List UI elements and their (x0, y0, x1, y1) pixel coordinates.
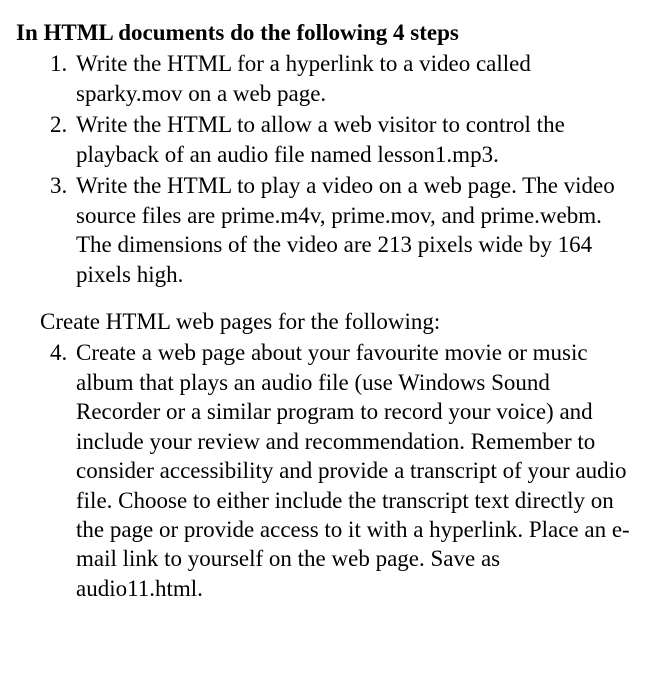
list-marker: 2. (50, 110, 76, 139)
section2-intro-text: Create HTML web pages for the following: (16, 307, 632, 336)
instruction-list-section1: 1. Write the HTML for a hyperlink to a v… (16, 49, 632, 289)
list-item-text: Write the HTML for a hyperlink to a vide… (76, 49, 632, 108)
list-item: 3. Write the HTML to play a video on a w… (50, 171, 632, 289)
list-item-text: Create a web page about your favourite m… (76, 338, 632, 603)
list-item: 4. Create a web page about your favourit… (50, 338, 632, 603)
list-item-text: Write the HTML to play a video on a web … (76, 171, 632, 289)
list-item-text: Write the HTML to allow a web visitor to… (76, 110, 632, 169)
document-heading: In HTML documents do the following 4 ste… (16, 18, 632, 47)
list-marker: 1. (50, 49, 76, 78)
list-marker: 3. (50, 171, 76, 200)
list-item: 1. Write the HTML for a hyperlink to a v… (50, 49, 632, 108)
list-marker: 4. (50, 338, 76, 367)
instruction-list-section2: 4. Create a web page about your favourit… (16, 338, 632, 603)
list-item: 2. Write the HTML to allow a web visitor… (50, 110, 632, 169)
